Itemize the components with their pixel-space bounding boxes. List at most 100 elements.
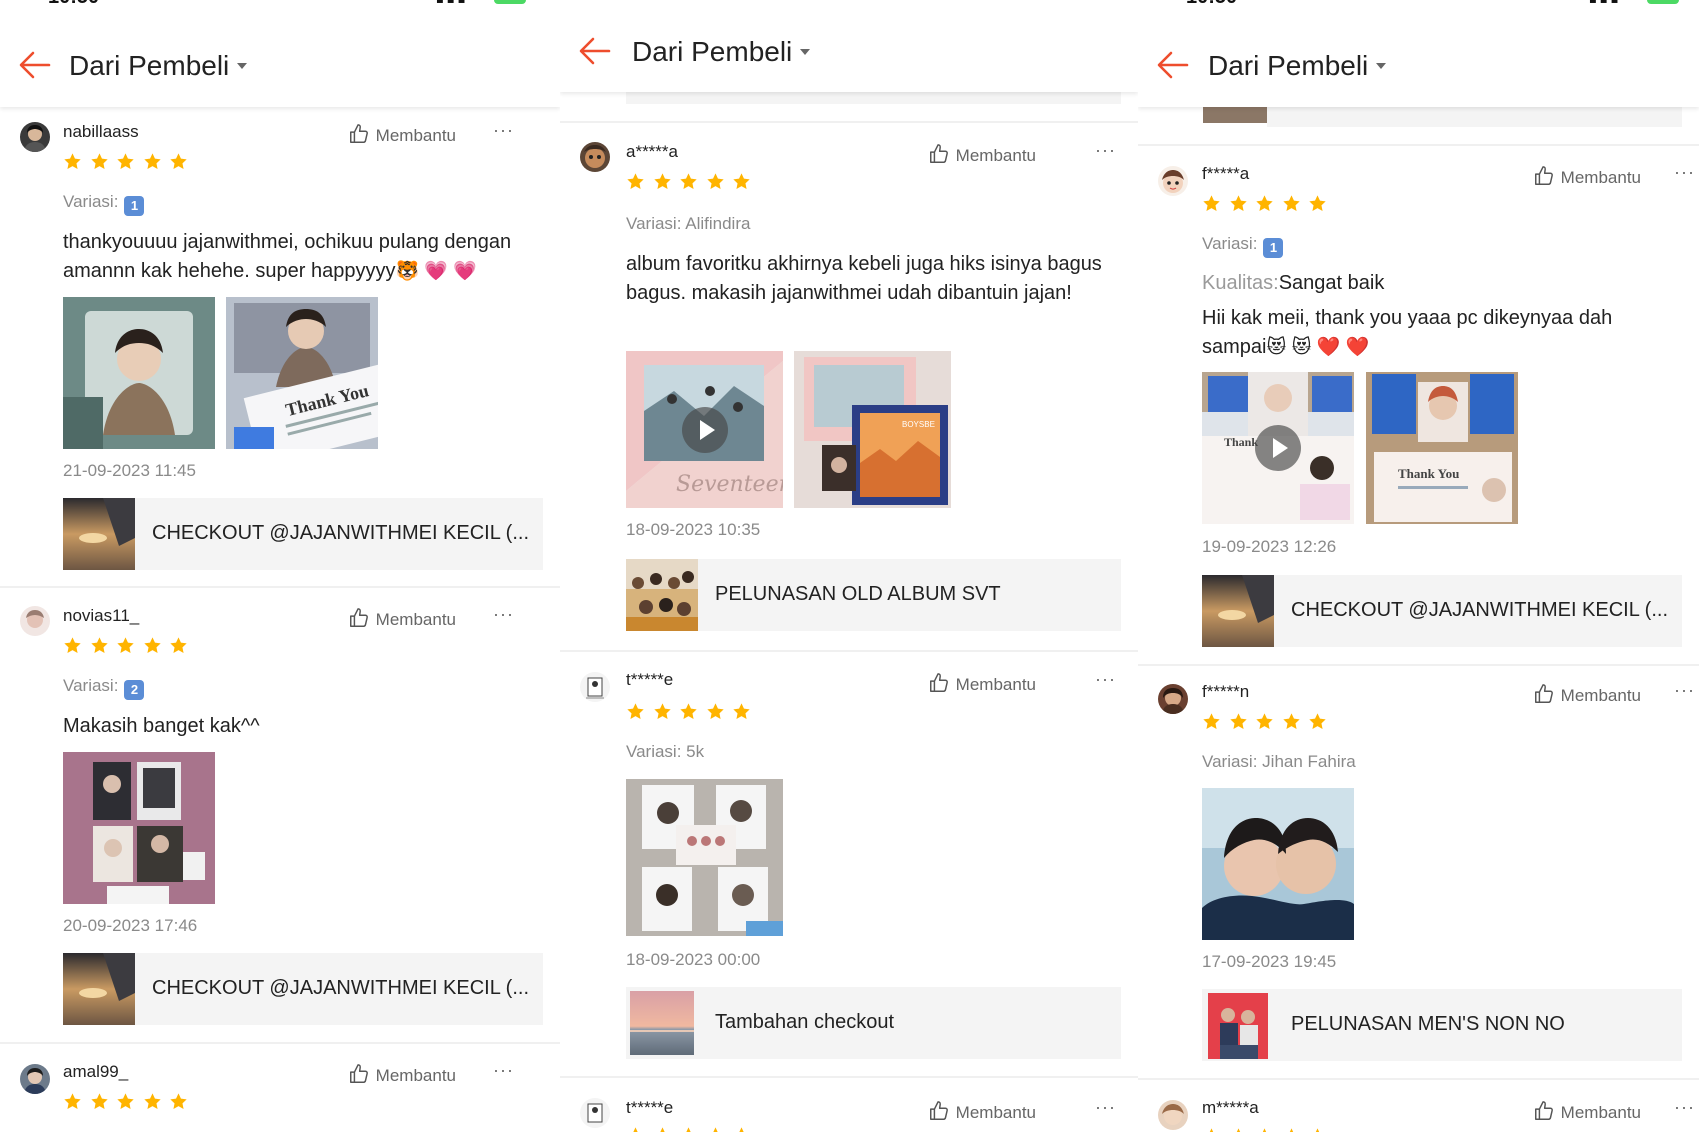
more-options-button[interactable]: ··· [1095,669,1116,690]
helpful-button[interactable]: Membantu [1533,683,1641,706]
review-date: 20-09-2023 17:46 [63,916,198,935]
username[interactable]: amal99_ [63,1062,128,1082]
helpful-button[interactable]: Membantu [348,123,456,146]
user-avatar[interactable] [1158,684,1188,714]
username[interactable]: a*****a [626,142,678,162]
more-options-button[interactable]: ··· [493,604,514,625]
user-avatar[interactable] [580,672,610,702]
star-rating [63,636,196,656]
star-rating [626,172,759,192]
more-options-button[interactable]: ··· [1674,680,1695,701]
filter-dropdown[interactable]: Dari Pembeli [632,36,811,68]
product-card[interactable]: Tambahan checkout [626,987,1121,1059]
more-options-button[interactable]: ··· [493,1060,514,1081]
back-arrow-icon[interactable] [1156,48,1190,82]
star-icon [143,152,162,171]
review-photo[interactable] [63,297,215,449]
thumbs-up-icon [348,1063,370,1085]
helpful-button[interactable]: Membantu [928,672,1036,695]
user-avatar[interactable] [1158,1100,1188,1130]
product-card[interactable]: CHECKOUT @JAJANWITHMEI KECIL (... [1202,575,1682,647]
filter-dropdown[interactable]: Dari Pembeli [69,50,248,82]
comment-text: Hii kak meii, thank you yaaa pc dikeynya… [1202,307,1613,358]
star-icon [679,1126,698,1132]
helpful-button[interactable]: Membantu [1533,1100,1641,1123]
thumbs-up-icon [1533,1100,1555,1122]
variation-label: Variasi: [1202,752,1258,771]
variation-label: Variasi: [63,192,119,211]
review-photo[interactable] [626,779,783,936]
more-options-button[interactable]: ··· [493,120,514,141]
star-icon [143,1092,162,1111]
more-options-button[interactable]: ··· [1674,162,1695,183]
username[interactable]: f*****a [1202,164,1249,184]
more-options-button[interactable]: ··· [1095,1097,1116,1118]
helpful-label: Membantu [1560,1103,1641,1122]
back-arrow-icon[interactable] [18,48,52,82]
username[interactable]: t*****e [626,1098,673,1118]
review-photo[interactable] [1202,788,1354,940]
caret-down-icon [1376,62,1387,69]
username[interactable]: m*****a [1202,1098,1259,1118]
review-date: 19-09-2023 12:26 [1202,537,1337,556]
star-icon [90,152,109,171]
back-arrow-icon[interactable] [578,34,612,68]
more-options-button[interactable]: ··· [1674,1097,1695,1118]
divider [560,121,1138,123]
star-icon [1229,1127,1248,1132]
battery-icon [1647,0,1679,4]
star-icon [1308,1127,1327,1132]
user-avatar[interactable] [20,122,50,152]
helpful-button[interactable]: Membantu [928,143,1036,166]
username[interactable]: nabillaass [63,122,139,142]
product-thumbnail [1202,575,1274,647]
helpful-button[interactable]: Membantu [348,607,456,630]
play-icon[interactable] [1255,425,1301,471]
review-video[interactable]: Seventeen [626,351,783,508]
review-photo[interactable]: Thank You [226,297,378,449]
product-card[interactable]: PELUNASAN OLD ALBUM SVT [626,559,1121,631]
svg-text:Seventeen: Seventeen [676,472,783,497]
review-photo[interactable]: BOYSBE [794,351,951,508]
comment-emojis: 😻 😻 ❤️ ❤️ [1266,337,1370,358]
quality: Kualitas:Sangat baik [1202,272,1384,295]
helpful-button[interactable]: Membantu [928,1100,1036,1123]
product-card[interactable]: CHECKOUT @JAJANWITHMEI KECIL (... [63,498,543,570]
divider [1138,144,1699,146]
user-avatar[interactable] [580,1098,610,1128]
helpful-button[interactable]: Membantu [1533,165,1641,188]
user-avatar[interactable] [1158,166,1188,196]
play-icon[interactable] [681,406,728,453]
username[interactable]: novias11_ [63,606,139,626]
star-icon [1308,712,1327,731]
thumbs-up-icon [928,672,950,694]
product-card[interactable]: PELUNASAN MEN'S NON NO [1202,989,1682,1061]
star-icon [653,172,672,191]
user-avatar[interactable] [580,142,610,172]
username[interactable]: f*****n [1202,682,1249,702]
more-options-button[interactable]: ··· [1095,140,1116,161]
review-panel-left: 10:50 ▮▮▮ ◒ Dari Pembeli nabillaass Memb… [0,0,560,1132]
star-icon [1229,712,1248,731]
user-avatar[interactable] [20,1064,50,1094]
star-icon [732,702,751,721]
product-card[interactable]: CHECKOUT @JAJANWITHMEI KECIL (... [63,953,543,1025]
thumbs-up-icon [928,1100,950,1122]
username[interactable]: t*****e [626,670,673,690]
review-date: 18-09-2023 00:00 [626,950,761,969]
filter-dropdown[interactable]: Dari Pembeli [1208,50,1387,82]
star-icon [143,636,162,655]
variation-label: Variasi: [626,742,682,761]
review-comment: Makasih banget kak^^ [63,715,260,737]
product-thumbnail [626,559,698,631]
user-avatar[interactable] [20,606,50,636]
star-icon [169,636,188,655]
review-video[interactable]: Thank [1202,372,1354,524]
product-name: Tambahan checkout [715,1011,895,1033]
review-photo[interactable]: Thank You [1366,372,1518,524]
helpful-button[interactable]: Membantu [348,1063,456,1086]
helpful-label: Membantu [1560,686,1641,705]
product-thumbnail [63,498,135,570]
review-photo[interactable] [63,752,215,904]
review-date: 18-09-2023 10:35 [626,520,761,539]
